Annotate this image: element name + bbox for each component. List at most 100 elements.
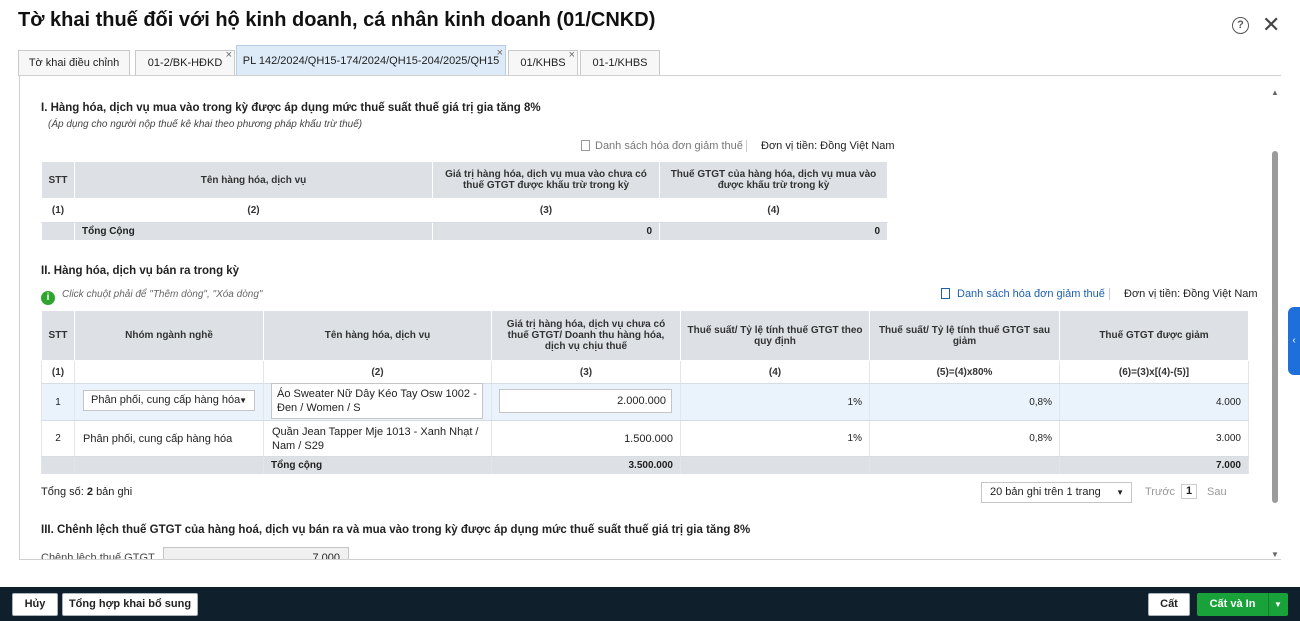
row-tax: 4.000 xyxy=(1059,383,1249,421)
footer-bar: Hủy Tổng hợp khai bổ sung Cất Cất và In ▼ xyxy=(0,587,1300,621)
dialog-title: Tờ khai thuế đối với hộ kinh doanh, cá n… xyxy=(18,9,656,31)
row-value: 1.500.000 xyxy=(491,420,681,457)
section1-invoice-list-link[interactable]: Danh sách hóa đơn giảm thuế xyxy=(581,140,743,152)
save-button[interactable]: Cất xyxy=(1148,593,1190,616)
tab-label: PL 142/2024/QH15-174/2024/QH15-204/2025/… xyxy=(242,55,500,67)
row-reduced-rate: 0,8% xyxy=(869,420,1060,457)
link-label: Danh sách hóa đơn giảm thuế xyxy=(957,288,1105,300)
header-group: Nhóm ngành nghề xyxy=(74,310,264,361)
next-page[interactable]: Sau xyxy=(1207,486,1227,498)
section2-hint: i Click chuột phải để "Thêm dòng", "Xóa d… xyxy=(41,288,262,305)
caret-down-icon: ▼ xyxy=(239,396,247,405)
index-cell: (6)=(3)x[(4)-(5)] xyxy=(1059,360,1249,384)
row-stt: 2 xyxy=(41,420,75,457)
total-stt xyxy=(41,456,75,475)
row-group: Phân phối, cung cấp hàng hóa xyxy=(74,420,264,457)
caret-down-icon[interactable]: ▼ xyxy=(1267,593,1288,616)
index-cell: (2) xyxy=(74,198,433,223)
header-reduced-rate: Thuế suất/ Tỷ lệ tính thuế GTGT sau giảm xyxy=(869,310,1060,361)
header-tax-reduced: Thuế GTGT được giảm xyxy=(1059,310,1249,361)
page-size-select[interactable]: 20 bản ghi trên 1 trang ▼ xyxy=(981,482,1132,503)
header-name: Tên hàng hóa, dịch vụ xyxy=(74,161,433,199)
header-value: Giá trị hàng hóa, dịch vụ chưa có thuế G… xyxy=(491,310,681,361)
total-reduced-rate xyxy=(869,456,1060,475)
summary-button[interactable]: Tổng hợp khai bổ sung xyxy=(62,593,198,616)
row-name: Quần Jean Tapper Mje 1013 - Xanh Nhạt / … xyxy=(263,420,492,457)
header-value: Giá trị hàng hóa, dịch vụ mua vào chưa c… xyxy=(432,161,660,199)
document-icon xyxy=(581,140,590,151)
section1-note: (Áp dụng cho người nộp thuế kê khai theo… xyxy=(48,119,363,130)
index-cell: (1) xyxy=(41,198,75,223)
save-print-button[interactable]: Cất và In ▼ xyxy=(1197,593,1288,616)
table-row[interactable]: 2 Phân phối, cung cấp hàng hóa Quần Jean… xyxy=(41,420,1249,457)
total-label: Tổng cộng xyxy=(263,456,492,475)
section2-currency: Đơn vị tiền: Đồng Việt Nam xyxy=(1109,288,1258,300)
hint-text: Click chuột phải để "Thêm dòng", "Xóa dò… xyxy=(62,289,263,300)
record-count-unit: bản ghi xyxy=(96,486,133,498)
index-cell: (4) xyxy=(680,360,870,384)
chevron-left-icon: ‹ xyxy=(1292,335,1296,346)
header-stt: STT xyxy=(41,161,75,199)
prev-page[interactable]: Trước xyxy=(1145,486,1175,498)
total-stt xyxy=(41,222,75,241)
row-stt: 1 xyxy=(41,383,75,421)
tab-01-2-bk-hdkd[interactable]: 01-2/BK-HĐKD × xyxy=(135,49,235,76)
section2-invoice-list-link[interactable]: Danh sách hóa đơn giảm thuế xyxy=(941,288,1105,300)
side-panel-toggle[interactable]: ‹ xyxy=(1288,307,1300,375)
section1-title: I. Hàng hóa, dịch vụ mua vào trong kỳ đư… xyxy=(41,102,541,114)
page-number[interactable]: 1 xyxy=(1181,484,1197,499)
index-cell: (4) xyxy=(659,198,888,223)
document-icon xyxy=(941,288,950,299)
vertical-scrollbar[interactable]: ▲ ▼ xyxy=(1269,86,1281,559)
caret-down-icon: ▼ xyxy=(1116,488,1124,497)
row-tax: 3.000 xyxy=(1059,420,1249,457)
total-value: 3.500.000 xyxy=(491,456,681,475)
product-name-input[interactable]: Áo Sweater Nữ Dây Kéo Tay Osw 1002 - Đen… xyxy=(271,383,483,419)
total-label: Tổng Cộng xyxy=(74,222,433,241)
tab-label: 01-2/BK-HĐKD xyxy=(147,57,223,69)
link-label: Danh sách hóa đơn giảm thuế xyxy=(595,140,743,152)
tab-label: 01-1/KHBS xyxy=(592,57,648,69)
tab-01-khbs[interactable]: 01/KHBS × xyxy=(508,49,578,76)
page-size-value: 20 bản ghi trên 1 trang xyxy=(990,486,1101,498)
form-content: I. Hàng hóa, dịch vụ mua vào trong kỳ đư… xyxy=(19,75,1281,560)
index-cell xyxy=(74,360,264,384)
tab-close-icon[interactable]: × xyxy=(497,47,503,59)
scroll-down-icon[interactable]: ▼ xyxy=(1271,550,1279,559)
value-input[interactable]: 2.000.000 xyxy=(499,389,672,413)
scroll-thumb[interactable] xyxy=(1272,151,1278,503)
diff-label: Chênh lệch thuế GTGT xyxy=(41,552,155,560)
index-cell: (1) xyxy=(41,360,75,384)
section3-title: III. Chênh lệch thuế GTGT của hàng hoá, … xyxy=(41,524,751,536)
save-print-label: Cất và In xyxy=(1209,598,1256,610)
diff-value: 7.000 xyxy=(163,547,349,559)
header-stt: STT xyxy=(41,310,75,361)
row-rate: 1% xyxy=(680,383,870,421)
tab-pl-142[interactable]: PL 142/2024/QH15-174/2024/QH15-204/2025/… xyxy=(236,45,506,76)
tab-close-icon[interactable]: × xyxy=(226,49,232,61)
total-tax: 0 xyxy=(659,222,888,241)
total-group xyxy=(74,456,264,475)
help-icon[interactable]: ? xyxy=(1232,17,1249,34)
index-cell: (5)=(4)x80% xyxy=(869,360,1060,384)
group-select-value: Phân phối, cung cấp hàng hóa xyxy=(91,394,241,406)
row-reduced-rate: 0,8% xyxy=(869,383,1060,421)
total-tax: 7.000 xyxy=(1059,456,1249,475)
group-select[interactable]: Phân phối, cung cấp hàng hóa ▼ xyxy=(83,390,255,411)
cancel-button[interactable]: Hủy xyxy=(12,593,58,616)
tab-close-icon[interactable]: × xyxy=(569,49,575,61)
record-count-value: 2 xyxy=(86,486,93,498)
tab-label: Tờ khai điều chỉnh xyxy=(28,57,120,69)
index-cell: (3) xyxy=(491,360,681,384)
dialog-titlebar: Tờ khai thuế đối với hộ kinh doanh, cá n… xyxy=(0,0,1300,44)
section1-currency: Đơn vị tiền: Đồng Việt Nam xyxy=(746,140,895,152)
tab-to-khai-dieu-chinh[interactable]: Tờ khai điều chỉnh xyxy=(18,50,130,76)
index-cell: (2) xyxy=(263,360,492,384)
record-count-label: Tổng số: xyxy=(41,486,84,498)
row-rate: 1% xyxy=(680,420,870,457)
close-icon[interactable]: ✕ xyxy=(1262,14,1280,36)
scroll-up-icon[interactable]: ▲ xyxy=(1271,88,1279,97)
tab-01-1-khbs[interactable]: 01-1/KHBS xyxy=(580,50,660,76)
record-count: Tổng số: 2 bản ghi xyxy=(41,486,132,498)
section1-table: STT Tên hàng hóa, dịch vụ Giá trị hàng h… xyxy=(41,161,888,241)
